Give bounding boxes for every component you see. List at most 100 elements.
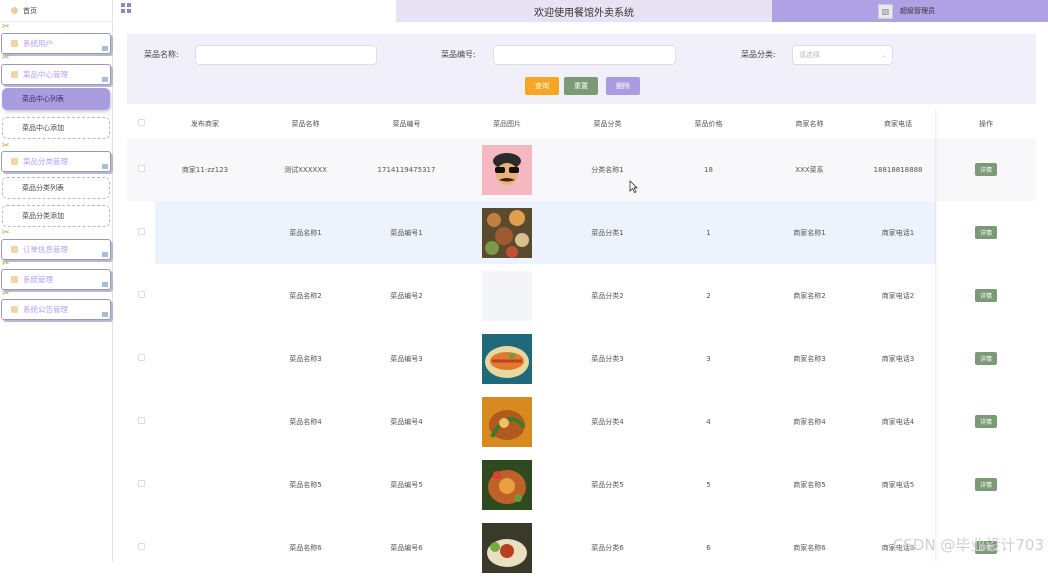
detail-button[interactable]: 详情 [975,226,997,239]
sidebar-group-dish-center[interactable]: 菜品中心管理 [1,64,111,85]
shop-name-cell: 商家名称4 [759,390,860,453]
row-checkbox[interactable] [138,228,145,235]
dish-code-cell: 菜品编号5 [356,453,457,516]
top-bar-left [113,0,396,22]
table-row[interactable]: 菜品名称3 菜品编号3 菜品分类3 3 商家名称3 商家电话3 详情 [127,327,1036,390]
dish-image-cell [457,264,557,327]
table-row[interactable]: 菜品名称4 菜品编号4 菜品分类4 4 商家名称4 商家电话4 详情 [127,390,1036,453]
row-checkbox[interactable] [138,165,145,172]
sidebar-group-system[interactable]: 系统管理 [1,269,111,290]
detail-button[interactable]: 详情 [975,415,997,428]
dish-code-label: 菜品编号: [441,49,476,60]
dish-name-cell: 菜品名称2 [255,264,356,327]
sidebar-item-dish-list[interactable]: 菜品中心列表 [2,88,110,110]
row-checkbox[interactable] [138,543,145,550]
corner-icon [102,46,108,51]
sidebar-item-label: 系统管理 [23,274,53,285]
column-header: 操作 [936,109,1036,138]
row-checkbox[interactable] [138,354,145,361]
row-checkbox[interactable] [138,291,145,298]
dish-category-select[interactable]: 请选择 ⌄ [792,45,893,65]
price-cell: 2 [658,264,759,327]
dish-name-cell: 菜品名称4 [255,390,356,453]
dish-image-cell [457,327,557,390]
corner-icon [102,282,108,287]
merchant-cell [155,264,255,327]
page-title: 欢迎使用餐馆外卖系统 [396,0,772,22]
table-row[interactable]: 菜品名称2 菜品编号2 菜品分类2 2 商家名称2 商家电话2 详情 [127,264,1036,327]
shop-name-cell: XXX菜系 [759,138,860,201]
dish-image-cell [457,390,557,453]
sidebar-item-label: 菜品分类添加 [22,211,64,221]
dish-image-cell [457,138,557,201]
select-all-cell[interactable] [127,109,155,138]
price-cell: 6 [658,516,759,579]
row-checkbox[interactable] [138,417,145,424]
merchant-cell: 商家11-zz123 [155,138,255,201]
dish-name-input[interactable] [195,45,377,65]
grid-menu-icon[interactable] [121,3,131,13]
home-icon [11,7,18,14]
folder-icon [11,306,18,313]
sidebar-group-orders[interactable]: 订单信息管理 [1,239,111,260]
detail-button[interactable]: 详情 [975,289,997,302]
merchant-cell [155,390,255,453]
sidebar-group-system-users[interactable]: 系统用户 [1,33,111,54]
sidebar-item-dish-add[interactable]: 菜品中心添加 [2,117,110,139]
dish-category-placeholder: 请选择 [799,50,820,60]
price-cell: 18 [658,138,759,201]
clip-icon: ✂ [2,23,10,32]
select-all-checkbox[interactable] [138,119,145,126]
avatar-image-icon: ▧ [878,4,893,19]
sidebar-group-dish-category[interactable]: 菜品分类管理 [1,151,111,172]
column-header: 菜品名称 [255,109,356,138]
shop-name-cell: 商家名称5 [759,453,860,516]
sidebar-group-announcements[interactable]: 系统公告管理 [1,299,111,320]
merchant-cell [155,201,255,264]
column-header: 菜品分类 [557,109,658,138]
price-cell: 5 [658,453,759,516]
sidebar-home[interactable]: 首页 [0,0,113,22]
top-bar: 欢迎使用餐馆外卖系统 ▧ 超级管理员 [113,0,1048,22]
delete-button[interactable]: 删除 [606,77,640,95]
table-row[interactable]: 商家11-zz123 测试XXXXXX 1714119475317 分类名称1 … [127,138,1036,201]
clip-icon: ✂ [2,229,10,238]
sidebar-item-category-list[interactable]: 菜品分类列表 [2,177,110,199]
query-button[interactable]: 查询 [525,77,559,95]
dish-code-cell: 1714119475317 [356,138,457,201]
watermark: CSDN @毕业设计703 [893,534,1044,555]
shop-phone-cell: 商家电话1 [860,201,936,264]
shop-phone-cell: 商家电话2 [860,264,936,327]
detail-button[interactable]: 详情 [975,163,997,176]
user-icon [11,40,18,47]
sidebar-item-label: 菜品中心添加 [22,123,64,133]
user-menu[interactable]: ▧ 超级管理员 [772,0,1048,22]
table-row[interactable]: 菜品名称5 菜品编号5 菜品分类5 5 商家名称5 商家电话5 详情 [127,453,1036,516]
dish-name-cell: 菜品名称3 [255,327,356,390]
row-checkbox[interactable] [138,480,145,487]
folder-icon [11,158,18,165]
column-header: 发布商家 [155,109,255,138]
chevron-down-icon: ⌄ [882,52,887,59]
dish-code-cell: 菜品编号3 [356,327,457,390]
mouse-cursor-icon [629,180,638,193]
corner-icon [102,164,108,169]
detail-button[interactable]: 详情 [975,352,997,365]
reset-button[interactable]: 重置 [564,77,598,95]
dish-code-cell: 菜品编号1 [356,201,457,264]
price-cell: 3 [658,327,759,390]
column-header: 商家电话 [860,109,936,138]
category-cell: 分类名称1 [557,138,658,201]
dish-code-input[interactable] [493,45,676,65]
shop-name-cell: 商家名称3 [759,327,860,390]
detail-button[interactable]: 详情 [975,478,997,491]
dish-code-cell: 菜品编号6 [356,516,457,579]
dish-name-label: 菜品名称: [144,49,179,60]
table-row[interactable]: 菜品名称1 菜品编号1 菜品分类1 1 商家名称1 商家电话1 详情 [127,201,1036,264]
dish-image [482,460,532,510]
category-cell: 菜品分类2 [557,264,658,327]
sidebar-item-label: 菜品中心管理 [23,69,68,80]
folder-icon [11,71,18,78]
dish-table: 发布商家 菜品名称 菜品编号 菜品图片 菜品分类 菜品价格 商家名称 商家电话 … [127,109,1036,579]
sidebar-item-category-add[interactable]: 菜品分类添加 [2,205,110,227]
